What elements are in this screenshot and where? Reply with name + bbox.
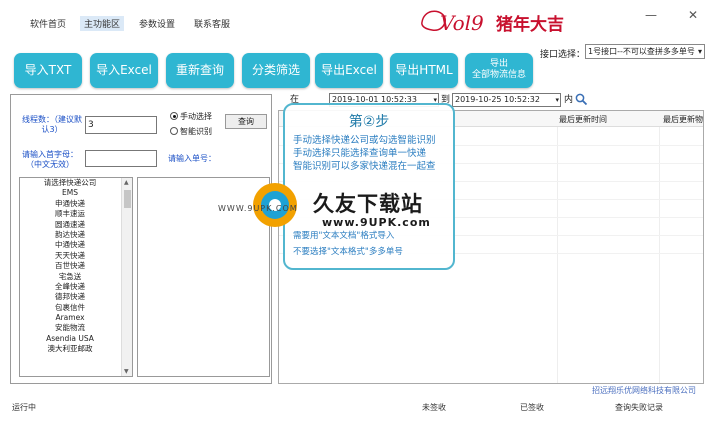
courier-list-item[interactable]: Aramex bbox=[20, 313, 132, 323]
nav-item-settings[interactable]: 参数设置 bbox=[135, 16, 179, 31]
step-line: 手动选择快递公司或勾选智能识别 bbox=[293, 135, 436, 146]
radio-off-icon bbox=[170, 127, 178, 135]
courier-list-item[interactable]: 中通快递 bbox=[20, 240, 132, 250]
chevron-down-icon: ▾ bbox=[697, 47, 702, 56]
courier-list-item[interactable]: 宅急送 bbox=[20, 272, 132, 282]
grid-divider bbox=[557, 127, 558, 383]
status-signed[interactable]: 已签收 bbox=[520, 402, 544, 413]
courier-list-item[interactable]: 安能物流 bbox=[20, 323, 132, 333]
courier-list-item[interactable]: Asendia USA bbox=[20, 334, 132, 344]
courier-list-item[interactable]: 顺丰速运 bbox=[20, 209, 132, 219]
scrollbar-thumb[interactable] bbox=[124, 190, 131, 208]
chevron-down-icon: ▾ bbox=[555, 96, 559, 104]
courier-list-item[interactable]: 天天快递 bbox=[20, 251, 132, 261]
svg-text:猪年大吉: 猪年大吉 bbox=[496, 14, 564, 35]
courier-list-item[interactable]: 包裹信件 bbox=[20, 303, 132, 313]
grid-divider bbox=[659, 127, 660, 383]
nav-item-main[interactable]: 主功能区 bbox=[80, 16, 125, 31]
column-last-update-time[interactable]: 最后更新时间 bbox=[559, 114, 607, 125]
interface-select-value: 1号接口--不可以查拼多多单号 bbox=[588, 47, 695, 56]
courier-list-scrollbar[interactable]: ▲ ▼ bbox=[121, 178, 132, 376]
export-excel-button[interactable]: 导出Excel bbox=[315, 53, 383, 88]
status-failed-records[interactable]: 查询失败记录 bbox=[615, 402, 663, 413]
minimize-button[interactable]: — bbox=[645, 8, 657, 22]
courier-list[interactable]: 请选择快递公司 EMS 申通快递 顺丰速运 圆通速递 韵达快递 中通快递 天天快递 百世快递 宅急… bbox=[19, 177, 133, 377]
courier-list-item[interactable]: EMS bbox=[20, 188, 132, 198]
scroll-down-icon[interactable]: ▼ bbox=[124, 368, 129, 375]
date-to-picker[interactable]: 2019-10-25 10:52:32 ▾ bbox=[452, 93, 561, 107]
watermark-url: www.9UPK.com bbox=[322, 216, 431, 229]
logo-2019-year-of-pig: Vol9 猪年大吉 bbox=[421, 10, 564, 35]
scroll-up-icon[interactable]: ▲ bbox=[124, 179, 129, 186]
top-navigation: 软件首页 主功能区 参数设置 联系客服 Vol9 猪年大吉 — ✕ bbox=[0, 0, 707, 44]
radio-manual[interactable]: 手动选择 bbox=[170, 111, 212, 122]
export-html-button[interactable]: 导出HTML bbox=[390, 53, 458, 88]
courier-list-item[interactable]: 韵达快递 bbox=[20, 230, 132, 240]
courier-list-item[interactable]: 全峰快递 bbox=[20, 282, 132, 292]
courier-list-item[interactable]: 申通快递 bbox=[20, 199, 132, 209]
watermark-name: 久友下载站 bbox=[313, 192, 423, 216]
status-running: 运行中 bbox=[12, 403, 36, 412]
classify-filter-button[interactable]: 分类筛选 bbox=[242, 53, 310, 88]
import-txt-button[interactable]: 导入TXT bbox=[14, 53, 82, 88]
step-title: 第②步 bbox=[348, 114, 390, 130]
radio-smart-label: 智能识别 bbox=[180, 127, 212, 136]
nav-item-support[interactable]: 联系客服 bbox=[190, 16, 234, 31]
status-unsigned[interactable]: 未签收 bbox=[422, 402, 446, 413]
courier-list-item[interactable]: 百世快递 bbox=[20, 261, 132, 271]
requery-button[interactable]: 重新查询 bbox=[166, 53, 234, 88]
date-to-value: 2019-10-25 10:52:32 bbox=[455, 95, 540, 104]
step-line: 手动选择只能选择查询单一快递 bbox=[293, 148, 427, 159]
date-within-label: 内 bbox=[564, 95, 574, 105]
thread-count-label: 线程数：（建议默认3） bbox=[22, 115, 82, 134]
initial-letter-label: 请输入首字母：（中文无效） bbox=[22, 150, 78, 169]
initial-letter-input[interactable] bbox=[85, 150, 157, 167]
courier-list-item[interactable]: 圆通速递 bbox=[20, 220, 132, 230]
watermark-prefix: WWW.9UPK.COM bbox=[218, 204, 298, 213]
svg-text:Vol9: Vol9 bbox=[440, 11, 484, 35]
courier-list-item[interactable]: 请选择快递公司 bbox=[20, 178, 132, 188]
search-icon[interactable] bbox=[575, 93, 588, 106]
nav-item-home[interactable]: 软件首页 bbox=[26, 16, 70, 31]
interface-select[interactable]: 1号接口--不可以查拼多多单号 ▾ bbox=[585, 44, 705, 59]
radio-on-icon bbox=[170, 112, 178, 120]
company-link[interactable]: 招远翔乐优网络科技有限公司 bbox=[592, 385, 696, 396]
courier-list-item[interactable]: 澳大利亚邮政 bbox=[20, 344, 132, 354]
query-button[interactable]: 查询 bbox=[225, 114, 267, 129]
export-all-logistics-button[interactable]: 导出 全部物流信息 bbox=[465, 53, 533, 88]
radio-smart[interactable]: 智能识别 bbox=[170, 126, 212, 137]
radio-manual-label: 手动选择 bbox=[180, 112, 212, 121]
interface-label: 接口选择： bbox=[540, 50, 586, 60]
column-last-update-logistics[interactable]: 最后更新物流 bbox=[663, 114, 703, 125]
close-button[interactable]: ✕ bbox=[688, 8, 698, 22]
import-excel-button[interactable]: 导入Excel bbox=[90, 53, 158, 88]
courier-list-item[interactable]: 德邦快递 bbox=[20, 292, 132, 302]
thread-count-input[interactable]: 3 bbox=[85, 116, 157, 134]
